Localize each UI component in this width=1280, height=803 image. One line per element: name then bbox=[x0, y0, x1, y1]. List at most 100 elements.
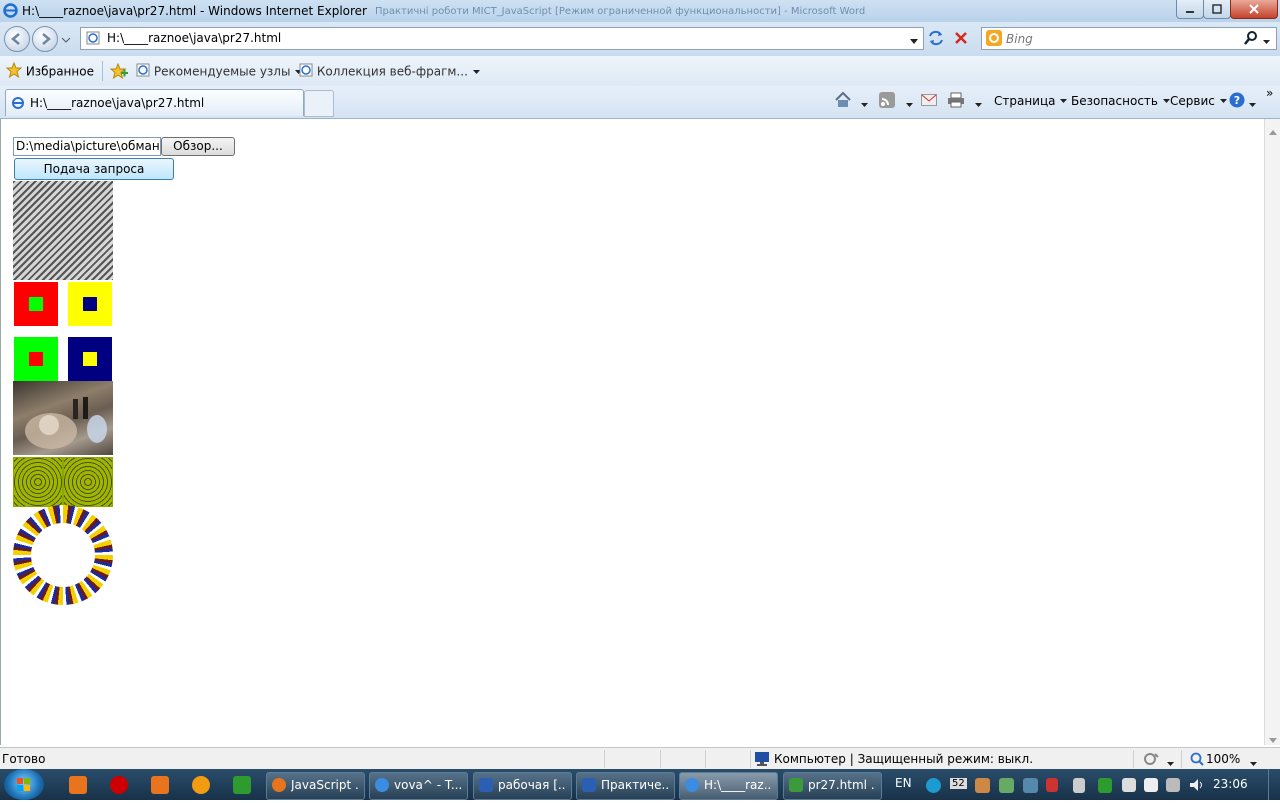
home-icon[interactable] bbox=[834, 91, 852, 112]
illusion-color-square-3 bbox=[14, 337, 58, 381]
history-dropdown-icon[interactable] bbox=[61, 33, 71, 47]
taskbar-task-working-doc[interactable]: рабочая [... bbox=[473, 772, 572, 800]
address-dropdown-icon[interactable] bbox=[909, 35, 919, 49]
opera-icon[interactable] bbox=[110, 776, 128, 794]
scroll-down-icon[interactable] bbox=[1269, 733, 1277, 747]
search-icon[interactable] bbox=[1244, 31, 1258, 48]
maximize-button[interactable] bbox=[1203, 0, 1231, 19]
ie-page-icon bbox=[11, 96, 25, 113]
security-zone-text[interactable]: Компьютер | Защищенный режим: выкл. bbox=[774, 752, 1033, 766]
search-placeholder: Bing bbox=[1006, 32, 1033, 46]
page-menu[interactable]: Страница bbox=[994, 94, 1068, 108]
tools-menu-label: Сервис bbox=[1170, 94, 1215, 108]
help-icon[interactable]: ? bbox=[1229, 92, 1245, 111]
chevron-down-icon[interactable] bbox=[1248, 98, 1257, 112]
web-slice-gallery-link[interactable]: Коллекция веб-фрагм... bbox=[299, 63, 481, 80]
illusion-squares-pattern-left bbox=[13, 457, 63, 507]
refresh-icon[interactable] bbox=[927, 29, 945, 50]
avast-icon[interactable] bbox=[192, 776, 210, 794]
favorites-separator bbox=[102, 61, 103, 81]
taskbar-task-pr27-editor[interactable]: pr27.html ... bbox=[783, 772, 882, 800]
illusion-street-art-photo bbox=[13, 381, 113, 455]
word-icon bbox=[479, 778, 493, 792]
print-icon[interactable] bbox=[947, 92, 965, 111]
title-bar: H:\____raznoe\java\pr27.html - Windows I… bbox=[0, 0, 1280, 22]
close-window-button[interactable] bbox=[1230, 0, 1278, 19]
status-separator bbox=[1133, 750, 1134, 768]
back-button[interactable] bbox=[4, 26, 30, 52]
address-bar[interactable]: H:\____raznoe\java\pr27.html bbox=[80, 27, 924, 50]
status-separator bbox=[1181, 750, 1182, 768]
chevron-down-icon[interactable] bbox=[974, 98, 983, 112]
tab-active[interactable]: H:\____raznoe\java\pr27.html bbox=[5, 89, 304, 116]
tray-monitor-icon[interactable] bbox=[1023, 778, 1038, 793]
new-tab-button[interactable] bbox=[304, 90, 334, 117]
submit-button[interactable]: Подача запроса bbox=[14, 158, 174, 180]
chevron-down-icon[interactable] bbox=[905, 98, 914, 112]
tray-arrow-icon[interactable] bbox=[1046, 778, 1058, 792]
more-commands-chevron[interactable]: » bbox=[1266, 86, 1273, 100]
ie-page-icon bbox=[299, 63, 313, 80]
browse-button[interactable]: Обзор... bbox=[161, 137, 235, 156]
safety-menu-label: Безопасность bbox=[1071, 94, 1158, 108]
tools-menu[interactable]: Сервис bbox=[1170, 94, 1228, 108]
chevron-down-icon bbox=[1059, 94, 1068, 108]
search-box[interactable]: Bing bbox=[981, 27, 1277, 50]
show-desktop-button[interactable] bbox=[1268, 769, 1280, 800]
suggested-sites-link[interactable]: Рекомендуемые узлы bbox=[136, 63, 303, 80]
media-player-icon[interactable] bbox=[69, 776, 87, 794]
clock[interactable]: 23:06 bbox=[1213, 777, 1248, 791]
rss-feed-icon[interactable] bbox=[879, 92, 895, 111]
safety-menu[interactable]: Безопасность bbox=[1071, 94, 1171, 108]
taskbar-task-javascript[interactable]: JavaScript ... bbox=[266, 772, 365, 800]
favorites-button[interactable]: Избранное bbox=[5, 61, 94, 80]
language-indicator[interactable]: EN bbox=[895, 776, 912, 790]
taskbar-task-vova[interactable]: vova^ - T... bbox=[369, 772, 468, 800]
app-launcher-icon[interactable] bbox=[151, 776, 169, 794]
taskbar-task-practical[interactable]: Практиче... bbox=[576, 772, 675, 800]
stop-icon[interactable] bbox=[953, 30, 969, 49]
zoom-icon[interactable] bbox=[1190, 752, 1204, 769]
taskbar: JavaScript ... vova^ - T... рабочая [...… bbox=[0, 769, 1280, 800]
task-label: H:\____raz... bbox=[704, 778, 772, 792]
chevron-down-icon bbox=[472, 65, 481, 79]
ie-page-icon bbox=[136, 63, 150, 80]
status-text: Готово bbox=[2, 752, 46, 766]
search-dropdown-icon[interactable] bbox=[1262, 35, 1271, 49]
vertical-scrollbar[interactable] bbox=[1264, 119, 1280, 745]
volume-icon[interactable] bbox=[1188, 777, 1204, 796]
illusion-color-square-2 bbox=[68, 282, 112, 326]
start-button[interactable] bbox=[4, 769, 44, 800]
navigation-bar: H:\____raznoe\java\pr27.html Bing bbox=[0, 22, 1280, 56]
zoom-level[interactable]: 100% bbox=[1206, 752, 1240, 766]
tray-app-icon[interactable] bbox=[926, 778, 941, 793]
chrome-icon bbox=[375, 778, 389, 792]
tray-usb-icon[interactable] bbox=[1144, 778, 1158, 792]
tray-shield-icon[interactable] bbox=[1098, 778, 1112, 793]
status-separator bbox=[660, 750, 661, 768]
ie-logo-icon bbox=[3, 3, 18, 18]
scroll-up-icon[interactable] bbox=[1269, 124, 1277, 138]
hotkey-app-icon[interactable] bbox=[233, 776, 251, 794]
minimize-button[interactable] bbox=[1176, 0, 1204, 19]
tray-badge[interactable]: 52 bbox=[950, 778, 967, 789]
suggested-sites-label: Рекомендуемые узлы bbox=[153, 64, 291, 79]
tray-grid-icon[interactable] bbox=[975, 778, 990, 793]
add-to-favorites-icon[interactable] bbox=[109, 62, 128, 82]
favorites-label: Избранное bbox=[25, 64, 94, 79]
forward-button[interactable] bbox=[32, 26, 58, 52]
tray-device-icon[interactable] bbox=[1073, 778, 1085, 793]
chevron-down-icon[interactable] bbox=[860, 98, 869, 112]
task-label: JavaScript ... bbox=[291, 778, 359, 792]
chevron-down-icon bbox=[1219, 94, 1228, 108]
tray-film-icon[interactable] bbox=[999, 778, 1014, 793]
svg-text:?: ? bbox=[1234, 94, 1240, 107]
read-mail-icon[interactable] bbox=[921, 94, 937, 109]
protected-mode-icon[interactable] bbox=[1143, 752, 1159, 769]
network-icon[interactable] bbox=[1166, 778, 1180, 792]
file-input-field[interactable]: D:\media\picture\обман bbox=[13, 137, 161, 156]
status-separator bbox=[705, 750, 706, 768]
action-center-flag-icon[interactable] bbox=[1122, 778, 1136, 792]
taskbar-task-ie-pr27[interactable]: H:\____raz... bbox=[679, 772, 778, 800]
ie-icon bbox=[685, 778, 699, 792]
